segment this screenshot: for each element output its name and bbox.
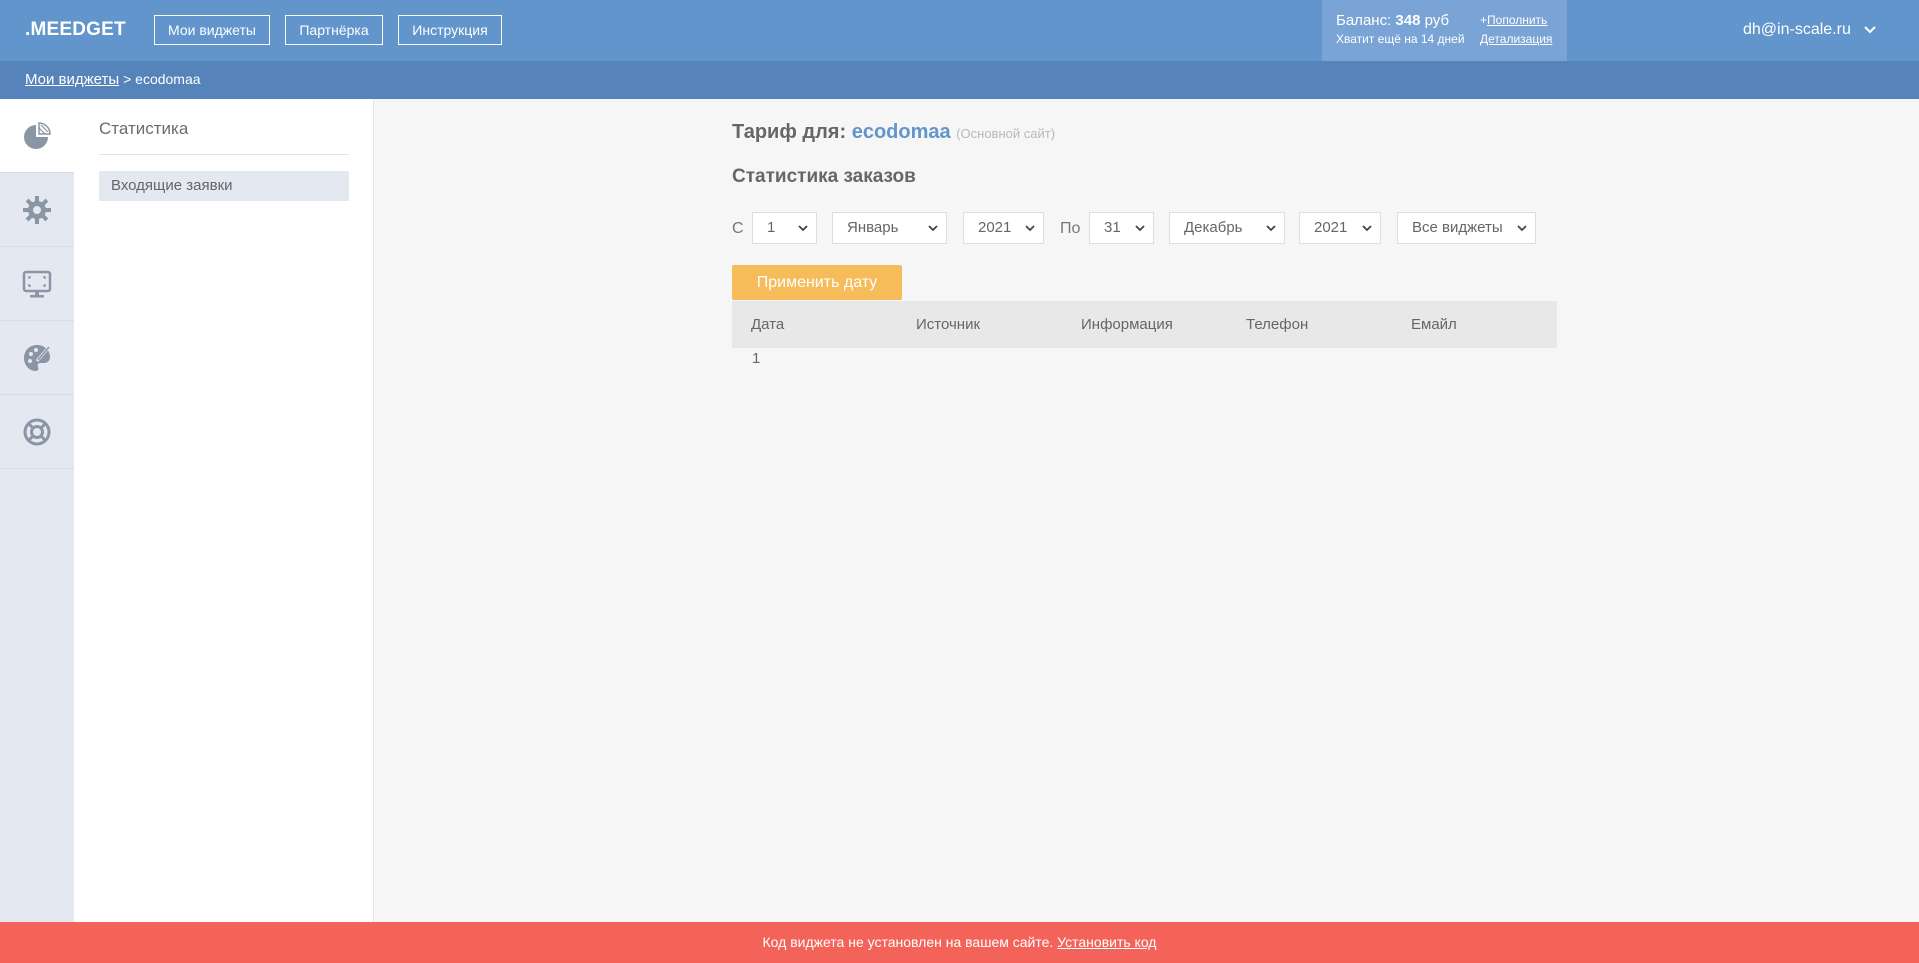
install-code-link[interactable]: Установить код	[1057, 934, 1156, 950]
from-label: С	[732, 220, 744, 237]
column-source[interactable]: Источник	[916, 316, 980, 333]
column-date[interactable]: Дата	[751, 316, 784, 333]
from-day-select[interactable]: 1	[752, 212, 817, 244]
from-year-select[interactable]: 2021	[963, 212, 1044, 244]
widget-filter-select[interactable]: Все виджеты	[1397, 212, 1536, 244]
balance-label: Баланс:	[1336, 12, 1392, 29]
from-year-value: 2021	[978, 219, 1012, 236]
nav-instructions-button[interactable]: Инструкция	[398, 15, 502, 45]
lifebuoy-icon	[23, 418, 51, 445]
to-month-select[interactable]: Декабрь	[1169, 212, 1285, 244]
sidebar-tab-design[interactable]	[0, 321, 74, 395]
chevron-down-icon	[928, 225, 938, 232]
to-month-value: Декабрь	[1184, 219, 1243, 236]
column-info[interactable]: Информация	[1081, 316, 1173, 333]
to-day-value: 31	[1104, 219, 1121, 236]
widget-filter-value: Все виджеты	[1412, 219, 1503, 236]
from-month-value: Январь	[847, 219, 899, 236]
icon-sidebar	[0, 99, 74, 922]
tariff-label: Тариф для:	[732, 121, 847, 143]
topup-plus: +	[1480, 13, 1488, 27]
breadcrumb-bar: Мои виджеты > ecodomaa	[0, 61, 1919, 99]
to-year-select[interactable]: 2021	[1299, 212, 1381, 244]
alert-message: Код виджета не установлен на вашем сайте…	[762, 934, 1054, 950]
gear-icon	[23, 195, 51, 224]
monitor-icon	[22, 270, 52, 297]
logo[interactable]: .MEEDGET	[25, 19, 126, 41]
sub-panel-divider	[99, 154, 349, 155]
sidebar-tab-support[interactable]	[0, 395, 74, 469]
column-email[interactable]: Емайл	[1411, 316, 1457, 333]
sidebar-tab-display[interactable]	[0, 247, 74, 321]
chevron-down-icon	[1266, 225, 1276, 232]
chevron-down-icon[interactable]	[1863, 24, 1877, 36]
balance-remaining: Хватит ещё на 14 дней	[1336, 32, 1465, 46]
apply-date-button[interactable]: Применить дату	[732, 265, 902, 300]
tariff-heading: Тариф для: ecodomaa (Основной сайт)	[732, 121, 1055, 144]
tariff-site: ecodomaa	[851, 121, 951, 143]
tariff-note: (Основной сайт)	[956, 126, 1056, 141]
sidebar-tab-settings[interactable]	[0, 173, 74, 247]
details-link[interactable]: Детализация	[1480, 32, 1552, 46]
breadcrumb-separator: >	[123, 71, 132, 87]
column-phone[interactable]: Телефон	[1246, 316, 1308, 333]
breadcrumb-root-link[interactable]: Мои виджеты	[25, 71, 119, 88]
to-year-value: 2021	[1314, 219, 1348, 236]
to-label: По	[1060, 220, 1081, 237]
sub-panel-title: Статистика	[99, 119, 189, 138]
balance-currency: руб	[1424, 12, 1450, 29]
palette-icon	[24, 344, 51, 371]
chevron-down-icon	[1025, 225, 1035, 232]
balance-text: Баланс: 348 руб	[1336, 12, 1449, 29]
main-content: Тариф для: ecodomaa (Основной сайт) Стат…	[374, 99, 1919, 922]
table-row: 1	[752, 350, 761, 367]
stats-title: Статистика заказов	[732, 166, 916, 187]
chevron-down-icon	[1517, 225, 1527, 232]
sub-panel: Статистика Входящие заявки	[74, 99, 374, 922]
widget-not-installed-alert: Код виджета не установлен на вашем сайте…	[0, 922, 1919, 963]
user-email[interactable]: dh@in-scale.ru	[1743, 21, 1851, 39]
balance-panel: Баланс: 348 руб Хватит ещё на 14 дней +П…	[1322, 0, 1567, 61]
to-day-select[interactable]: 31	[1089, 212, 1154, 244]
sidebar-tab-statistics[interactable]	[0, 99, 74, 173]
chevron-down-icon	[1135, 225, 1145, 232]
balance-amount: 348	[1395, 12, 1421, 29]
breadcrumb-current: ecodomaa	[135, 71, 201, 87]
sub-item-incoming-requests[interactable]: Входящие заявки	[99, 171, 349, 201]
pie-chart-icon	[24, 121, 51, 149]
chevron-down-icon	[798, 225, 808, 232]
chevron-down-icon	[1362, 225, 1372, 232]
from-month-select[interactable]: Январь	[832, 212, 947, 244]
breadcrumb: Мои виджеты > ecodomaa	[25, 71, 201, 88]
topup: +Пополнить	[1480, 13, 1547, 27]
top-bar: .MEEDGET Мои виджеты Партнёрка Инструкци…	[0, 0, 1919, 61]
from-day-value: 1	[767, 219, 776, 236]
table-header: Дата Источник Информация Телефон Емайл	[732, 301, 1557, 348]
nav-partner-button[interactable]: Партнёрка	[285, 15, 383, 45]
nav-my-widgets-button[interactable]: Мои виджеты	[154, 15, 270, 45]
topup-link[interactable]: Пополнить	[1487, 13, 1547, 27]
